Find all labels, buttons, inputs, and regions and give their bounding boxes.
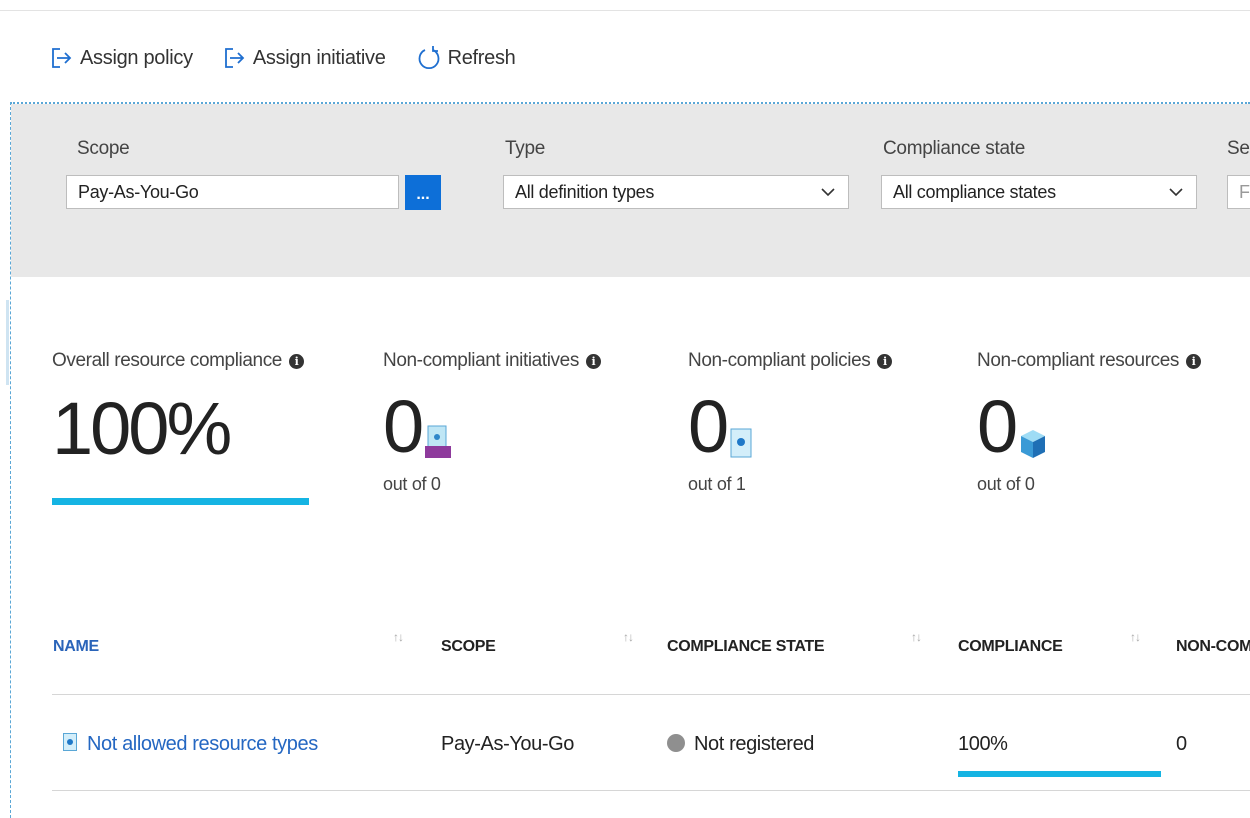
name-cell: Not allowed resource types [63,733,318,756]
info-icon[interactable]: i [1186,353,1201,369]
compliance-state-label: Compliance state [883,138,1025,159]
type-label: Type [505,138,545,159]
resource-cube-icon [1021,430,1046,458]
type-select[interactable]: All definition types [503,175,849,209]
refresh-button[interactable]: Refresh [416,45,516,71]
noncompliant-resources-value: 0 [977,385,1018,468]
noncompliant-policies-header: Non-compliant policies i [688,350,893,372]
sort-icon[interactable]: ↑↓ [623,630,634,644]
scope-picker-button[interactable]: ... [405,175,441,210]
assign-policy-button[interactable]: Assign policy [50,46,193,70]
compliance-state-cell: Not registered [667,733,814,756]
sort-icon[interactable]: ↑↓ [1130,630,1141,644]
noncompliant-resources-tile[interactable]: Non-compliant resources i 0 out of 0 [977,350,1201,495]
compliance-state-value: Not registered [694,733,815,755]
overall-compliance-header: Overall resource compliance i [52,350,304,372]
noncompliant-policies-value: 0 [688,385,729,468]
chevron-down-icon [1169,188,1183,197]
assign-initiative-label: Assign initiative [252,46,386,69]
sort-icon[interactable]: ↑↓ [393,630,404,644]
info-icon[interactable]: i [877,353,893,369]
selection-border-top [10,102,1250,104]
noncompliant-initiatives-header: Non-compliant initiatives i [383,350,601,372]
overall-compliance-bar [52,498,309,505]
assign-icon [224,48,245,68]
chevron-down-icon [821,188,835,197]
noncompliant-resources-sub: out of 0 [977,474,1035,494]
type-value: All definition types [515,181,655,202]
overall-compliance-tile[interactable]: Overall resource compliance i 100% [52,350,304,466]
row-compliance-bar [958,771,1161,777]
noncompliant-policies-tile[interactable]: Non-compliant policies i 0 out of 1 [688,350,893,495]
table-header-divider [52,694,1250,695]
initiative-icon [425,425,452,458]
policy-icon [730,428,752,458]
noncompliant-initiatives-tile[interactable]: Non-compliant initiatives i 0 out of 0 [383,350,601,495]
policy-name-link[interactable]: Not allowed resource types [87,733,318,755]
scope-field[interactable]: Pay-As-You-Go [66,175,399,209]
search-label: Se [1227,138,1250,159]
noncompliant-policies-sub: out of 1 [688,474,746,494]
scope-label: Scope [77,138,130,159]
sort-icon[interactable]: ↑↓ [911,630,922,644]
column-header-noncompliant[interactable]: NON-COM [1176,638,1250,656]
overall-compliance-value: 100% [52,387,232,470]
refresh-icon [418,46,439,69]
status-dot [667,734,685,752]
noncompliant-initiatives-value: 0 [383,385,424,468]
noncompliant-resources-header: Non-compliant resources i [977,350,1201,372]
noncompliant-policies-value-row: 0 [688,390,892,464]
assign-initiative-button[interactable]: Assign initiative [223,46,386,70]
resize-handle[interactable] [6,300,9,385]
noncompliant-initiatives-sub: out of 0 [383,474,441,494]
column-header-name[interactable]: NAME [53,638,99,656]
column-header-compliance-state[interactable]: COMPLIANCE STATE [667,638,825,656]
info-icon[interactable]: i [288,353,304,369]
overall-compliance-label: Overall resource compliance [52,350,282,371]
column-header-compliance[interactable]: COMPLIANCE [958,638,1063,656]
noncompliant-resources-label: Non-compliant resources [977,350,1179,371]
column-header-scope[interactable]: SCOPE [441,638,496,656]
filter-panel: Scope Pay-As-You-Go ... Type All definit… [11,104,1250,277]
noncompliant-resources-value-row: 0 [977,390,1201,464]
search-input[interactable]: F [1227,175,1250,209]
noncompliant-initiatives-value-row: 0 [383,390,601,464]
top-border [0,0,1250,11]
table-row-divider [52,790,1250,791]
compliance-state-value: All compliance states [893,181,1056,202]
assign-icon [52,48,72,68]
search-placeholder: F [1239,181,1250,202]
noncompliant-cell: 0 [1176,733,1187,755]
assign-policy-label: Assign policy [80,46,193,69]
info-icon[interactable]: i [585,353,601,369]
refresh-label: Refresh [447,46,516,69]
noncompliant-initiatives-label: Non-compliant initiatives [383,350,579,371]
scope-cell: Pay-As-You-Go [441,733,575,755]
compliance-cell: 100% [958,733,1008,755]
command-bar: Assign policy Assign initiative Refresh [50,38,546,78]
scope-value: Pay-As-You-Go [78,181,199,202]
compliance-state-select[interactable]: All compliance states [881,175,1197,209]
policy-icon [63,733,77,751]
noncompliant-policies-label: Non-compliant policies [688,350,871,371]
